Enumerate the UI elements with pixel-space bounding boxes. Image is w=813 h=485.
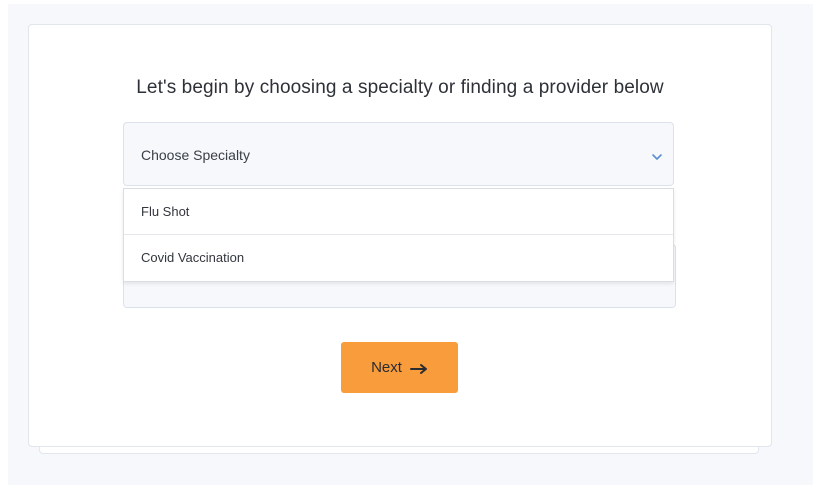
- chevron-down-icon[interactable]: [651, 149, 663, 160]
- dropdown-option-flu-shot[interactable]: Flu Shot: [124, 189, 673, 235]
- page-heading: Let's begin by choosing a specialty or f…: [136, 77, 664, 98]
- specialty-select[interactable]: Choose Specialty: [123, 122, 674, 186]
- dropdown-option-covid-vaccination[interactable]: Covid Vaccination: [124, 235, 673, 281]
- arrow-right-icon: [409, 362, 428, 374]
- specialty-select-label: Choose Specialty: [141, 147, 250, 163]
- specialty-dropdown-menu: Flu Shot Covid Vaccination: [123, 188, 674, 282]
- next-button-label: Next: [371, 359, 402, 376]
- next-button[interactable]: Next: [341, 342, 458, 393]
